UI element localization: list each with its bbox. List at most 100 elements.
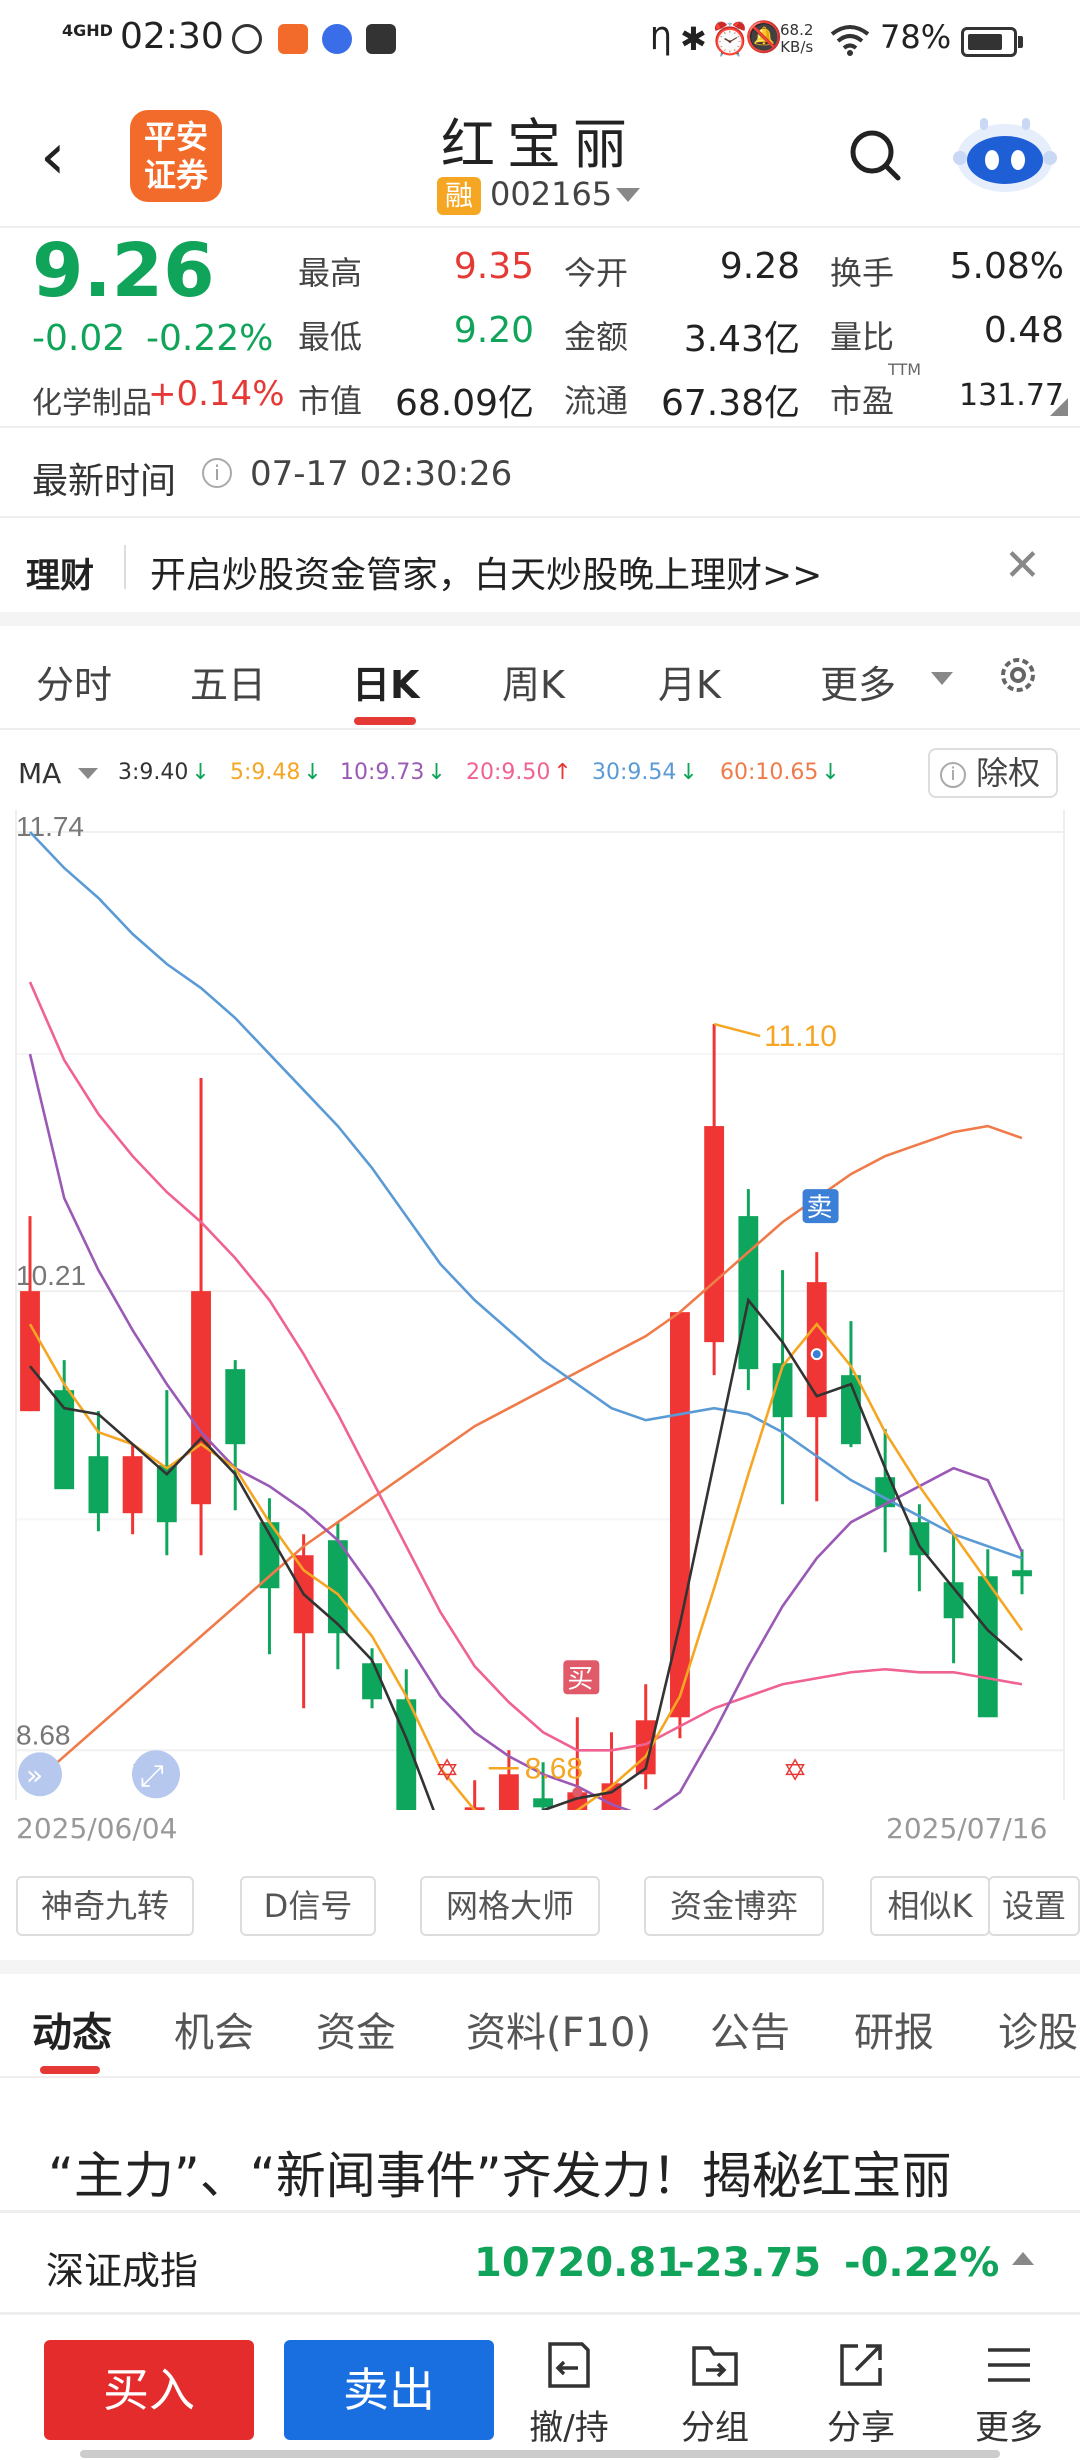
back-button[interactable]: ‹ [40,122,90,192]
logo-line-1: 平安 [143,118,208,156]
search-icon[interactable] [848,126,904,186]
candle-body [533,1798,554,1808]
buy-marker-text: 买 [567,1664,593,1694]
net-speed-unit: KB/s [780,38,814,56]
chip-d-signal[interactable]: D信号 [240,1876,376,1936]
buy-button[interactable]: 买入 [44,2340,254,2440]
licai-promo-link[interactable]: 开启炒股资金管家，白天炒股晚上理财>> [150,546,822,598]
tab-zhengu[interactable]: 诊股 [998,2000,1080,2058]
tab-f10[interactable]: 资料(F10) [466,2000,651,2058]
ma-value: 30:9.54 [592,760,677,785]
quote-label: 金额 [564,318,629,356]
prev-period-glyph: » [26,1758,43,1791]
divider [0,516,1080,518]
mute-icon: 🔕 [745,20,783,55]
expand-corner-icon[interactable] [1050,398,1068,416]
network-indicator: 4GHD [62,21,113,40]
ma-trend-arrow: ↓ [427,760,446,785]
code-dropdown-icon[interactable] [616,188,640,202]
logo-line-2: 证券 [143,156,208,194]
tab-daily-k[interactable]: 日K [352,654,419,709]
quote-label: 流通 [564,382,629,420]
tab-jihui[interactable]: 机会 [174,2000,254,2058]
assistant-robot-icon[interactable] [950,112,1060,196]
sector-name[interactable]: 化学制品 [32,378,152,422]
chevron-up-icon[interactable] [1012,2252,1034,2265]
nfc-icon: Ƞ [650,22,673,57]
notification-icon [232,24,262,54]
tab-wuri[interactable]: 五日 [190,654,266,709]
clock: 02:30 [120,16,224,57]
divider [0,728,1080,730]
group-icon [692,2346,738,2386]
more-label: 更多 [975,2408,1043,2448]
stock-name: 红宝丽 [441,113,639,176]
chip-settings[interactable]: 设置 [988,1876,1080,1936]
index-value: 10720.81 [474,2240,685,2286]
quote-label: 换手 [830,254,895,292]
ma-value: 5:9.48 [230,760,301,785]
chip-grid-master[interactable]: 网格大师 [420,1876,600,1936]
index-change-pct: -0.22% [844,2240,1000,2286]
more-button[interactable]: 更多 [954,2338,1064,2448]
chip-capital-game[interactable]: 资金博弈 [644,1876,824,1936]
group-button[interactable]: 分组 [660,2338,770,2448]
ma-trend-arrow: ↓ [679,760,698,785]
tab-yanbao[interactable]: 研报 [854,2000,934,2058]
share-label: 分享 [827,2408,895,2448]
divider [0,2312,1080,2315]
ma-value: 3:9.40 [118,760,189,785]
ma-value: 20:9.50 [466,760,551,785]
withdraw-hold-button[interactable]: 撤/持 [514,2338,624,2448]
candle-body [225,1369,246,1445]
kline-chart[interactable]: 11.7410.218.6811.108.68买卖✡✡✡»⤢ [0,800,1080,1810]
quote-value: 9.35 [453,246,534,287]
date-start: 2025/06/04 [16,1812,178,1845]
candle-body [88,1456,109,1514]
ma-legend-item: 10:9.73 ↓ [340,760,446,785]
buy-point [572,1787,583,1798]
low-price-label: 8.68 [525,1752,583,1785]
gear-icon[interactable] [995,652,1041,698]
group-label: 分组 [681,2408,749,2448]
quote-label: 市盈 [830,382,895,420]
licai-title: 理财 [26,556,94,596]
tab-more[interactable]: 更多 [820,654,896,709]
chevron-down-icon[interactable] [78,768,98,779]
tab-zijin[interactable]: 资金 [316,2000,396,2058]
info-icon[interactable]: i [202,458,232,488]
high-pointer [713,1022,761,1038]
quote-label: 最低 [298,318,363,356]
chip-similar-k[interactable]: 相似K [870,1876,990,1936]
tab-gonggao[interactable]: 公告 [710,2000,790,2058]
net-speed: 68.2 KB/s [780,22,813,56]
close-icon[interactable]: ✕ [1004,540,1041,591]
chevron-down-icon[interactable] [931,672,953,685]
chuquan-label: 除权 [976,754,1041,792]
tab-fenshi[interactable]: 分时 [36,654,112,709]
broker-logo[interactable]: 平安 证券 [130,110,222,202]
sell-button[interactable]: 卖出 [284,2340,494,2440]
stock-code[interactable]: 002165 [490,175,612,213]
margin-badge: 融 [437,177,481,215]
home-indicator[interactable] [80,2450,1000,2458]
chuquan-button[interactable]: i 除权 [928,748,1058,798]
quote-label: 量比 [830,318,895,356]
alarm-icon: ⏰ [710,20,750,58]
tab-monthly-k[interactable]: 月K [658,654,721,709]
quote-value: 67.38亿 [660,383,800,424]
tab-dongtai[interactable]: 动态 [32,2000,112,2058]
ma-legend-item: 60:10.65 ↓ [720,760,840,785]
quote-value: 3.43亿 [683,319,800,360]
ma-selector[interactable]: MA [18,757,61,790]
news-headline[interactable]: “主力”、“新闻事件”齐发力！揭秘红宝丽 [48,2136,952,2208]
tab-weekly-k[interactable]: 周K [502,654,565,709]
battery-tip [1018,36,1023,48]
quote-value: 5.08% [949,246,1064,287]
app-notification-icon [278,24,308,54]
ma-trend-arrow: ↓ [821,760,840,785]
chip-shenqi-jiuzhuan[interactable]: 神奇九转 [16,1876,194,1936]
share-button[interactable]: 分享 [806,2338,916,2448]
index-name[interactable]: 深证成指 [46,2240,198,2295]
divider [0,2076,1080,2078]
